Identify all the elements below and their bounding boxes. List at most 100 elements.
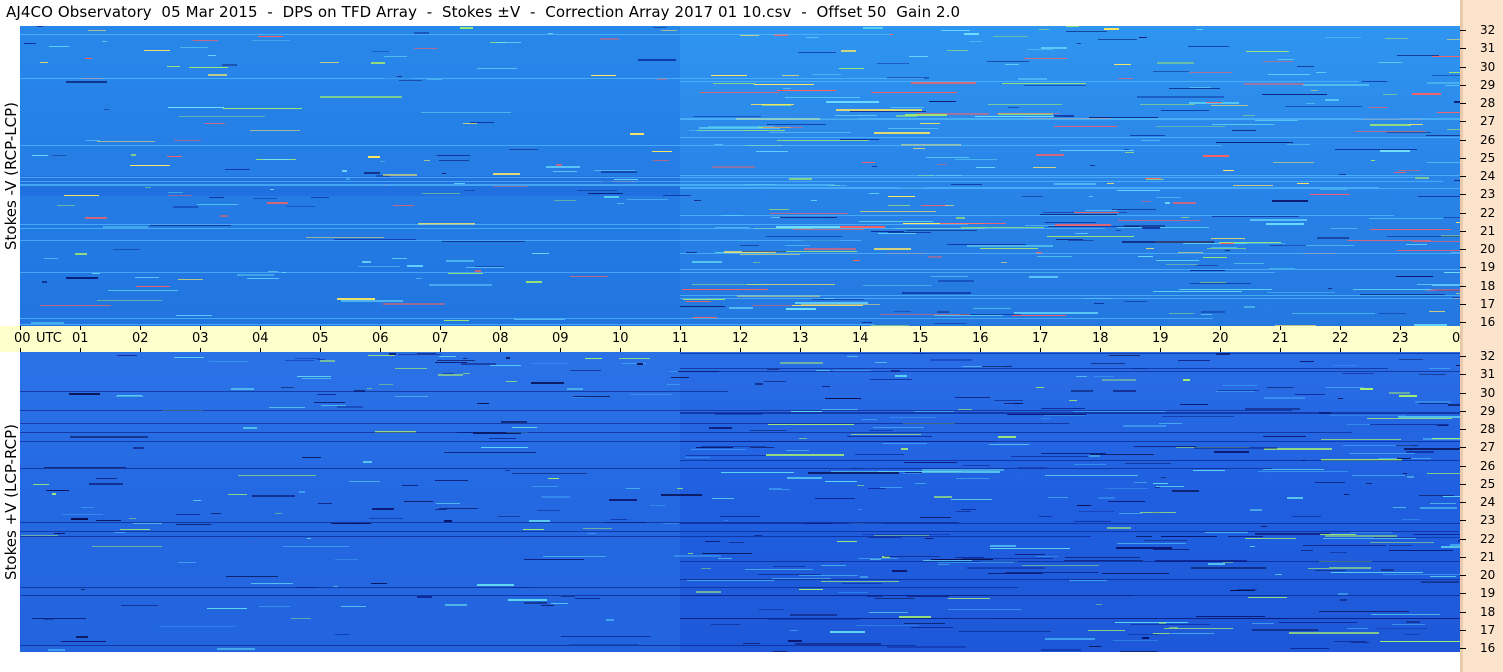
stokes-minus-v-spectrogram bbox=[20, 26, 1460, 326]
spectrogram-streak bbox=[894, 311, 911, 312]
spectrogram-streak bbox=[1429, 311, 1445, 312]
spectrogram-streak bbox=[1325, 535, 1397, 537]
spectrogram-streak bbox=[372, 508, 394, 510]
spectrogram-streak bbox=[754, 535, 762, 536]
spectrogram-streak bbox=[905, 114, 947, 116]
spectrogram-streak bbox=[1397, 250, 1460, 251]
spectrogram-streak bbox=[1153, 483, 1168, 484]
spectrogram-streak bbox=[371, 583, 387, 584]
spectrogram-streak bbox=[1190, 283, 1251, 284]
spectrogram-streak bbox=[1399, 359, 1423, 360]
spectrogram-streak bbox=[532, 486, 558, 487]
spectrogram-streak bbox=[863, 285, 932, 286]
spectrogram-streak bbox=[890, 107, 924, 108]
spectrogram-streak bbox=[1417, 284, 1460, 285]
spectrogram-streak bbox=[689, 130, 745, 131]
spectrogram-streak bbox=[808, 472, 899, 474]
time-tick bbox=[1340, 348, 1341, 352]
spectrogram-streak bbox=[770, 213, 848, 214]
spectrogram-streak bbox=[821, 581, 899, 582]
spectrogram-streak bbox=[1267, 292, 1335, 293]
spectrogram-streak bbox=[1161, 536, 1217, 537]
spectrogram-streak bbox=[1071, 390, 1093, 392]
spectrogram-streak bbox=[1089, 455, 1100, 457]
spectrogram-streak bbox=[384, 56, 407, 57]
spectrogram-streak bbox=[1328, 288, 1332, 289]
spectrogram-streak bbox=[427, 79, 442, 80]
spectrogram-streak bbox=[368, 156, 380, 158]
spectrogram-streak bbox=[1179, 289, 1272, 290]
spectrogram-streak bbox=[692, 261, 722, 263]
spectrogram-streak bbox=[251, 583, 293, 584]
spectrogram-streak bbox=[799, 438, 807, 439]
spectrogram-streak bbox=[1134, 446, 1196, 447]
spectrogram-streak bbox=[1445, 85, 1460, 86]
spectrogram-streak bbox=[1250, 219, 1307, 221]
spectrogram-streak bbox=[806, 37, 819, 38]
spectrogram-streak bbox=[1245, 408, 1300, 410]
spectrogram-streak bbox=[1397, 55, 1439, 56]
spectrogram-streak bbox=[333, 586, 338, 587]
spectrogram-streak bbox=[103, 226, 148, 228]
spectrogram-streak bbox=[514, 319, 565, 320]
spectrogram-streak bbox=[208, 55, 216, 56]
spectrogram-streak bbox=[1142, 637, 1149, 639]
spectrogram-streak bbox=[882, 443, 927, 444]
time-tick-label: 09 bbox=[552, 331, 569, 346]
spectrogram-streak bbox=[783, 88, 791, 89]
spectrogram-streak bbox=[1437, 112, 1460, 113]
spectrogram-streak bbox=[1119, 513, 1142, 514]
spectrogram-streak bbox=[780, 362, 823, 364]
spectrogram-streak bbox=[1096, 604, 1102, 605]
time-tick-label: 07 bbox=[432, 331, 449, 346]
spectrogram-streak bbox=[1124, 301, 1147, 302]
spectrogram-streak bbox=[496, 42, 521, 43]
spectrogram-band bbox=[20, 224, 968, 225]
spectrogram-streak bbox=[46, 490, 69, 491]
spectrogram-streak bbox=[921, 205, 947, 206]
spectrogram-streak bbox=[875, 598, 914, 599]
spectrogram-streak bbox=[368, 355, 395, 356]
spectrogram-streak bbox=[1171, 633, 1214, 634]
spectrogram-streak bbox=[116, 396, 144, 397]
spectrogram-streak bbox=[959, 631, 1051, 632]
spectrogram-band bbox=[20, 272, 1275, 273]
spectrogram-streak bbox=[729, 307, 753, 309]
spectrogram-streak bbox=[929, 101, 956, 102]
spectrogram-streak bbox=[1444, 217, 1460, 218]
spectrogram-streak bbox=[243, 427, 257, 429]
spectrogram-streak bbox=[1430, 503, 1456, 504]
spectrogram-streak bbox=[1330, 552, 1347, 553]
spectrogram-streak bbox=[902, 473, 921, 474]
spectrogram-streak bbox=[1114, 64, 1131, 65]
spectrogram-streak bbox=[341, 606, 366, 607]
spectrogram-streak bbox=[958, 409, 972, 410]
frequency-tick-label: 27 bbox=[1480, 114, 1496, 128]
frequency-tick-label: 23 bbox=[1480, 187, 1496, 201]
spectrogram-streak bbox=[302, 457, 321, 458]
time-tick bbox=[260, 348, 261, 352]
spectrogram-band bbox=[680, 561, 1460, 562]
spectrogram-streak bbox=[687, 580, 774, 581]
spectrogram-band bbox=[680, 118, 1460, 119]
spectrogram-streak bbox=[44, 619, 54, 620]
spectrogram-streak bbox=[393, 205, 414, 206]
spectrogram-streak bbox=[1069, 400, 1077, 401]
spectrogram-streak bbox=[285, 360, 314, 361]
spectrogram-streak bbox=[341, 300, 403, 302]
spectrogram-streak bbox=[49, 46, 69, 47]
spectrogram-streak bbox=[417, 353, 436, 354]
spectrogram-streak bbox=[572, 397, 585, 398]
spectrogram-streak bbox=[626, 488, 640, 489]
spectrogram-streak bbox=[302, 378, 331, 379]
spectrogram-streak bbox=[1317, 237, 1349, 239]
spectrogram-streak bbox=[867, 596, 883, 597]
spectrogram-streak bbox=[1380, 641, 1460, 642]
spectrogram-streak bbox=[1308, 568, 1371, 569]
spectrogram-streak bbox=[1319, 611, 1409, 612]
spectrogram-streak bbox=[1153, 291, 1242, 292]
spectrogram-streak bbox=[1022, 565, 1099, 566]
utc-label: UTC bbox=[36, 331, 62, 346]
spectrogram-streak bbox=[1385, 38, 1408, 39]
spectrogram-streak bbox=[372, 51, 389, 52]
